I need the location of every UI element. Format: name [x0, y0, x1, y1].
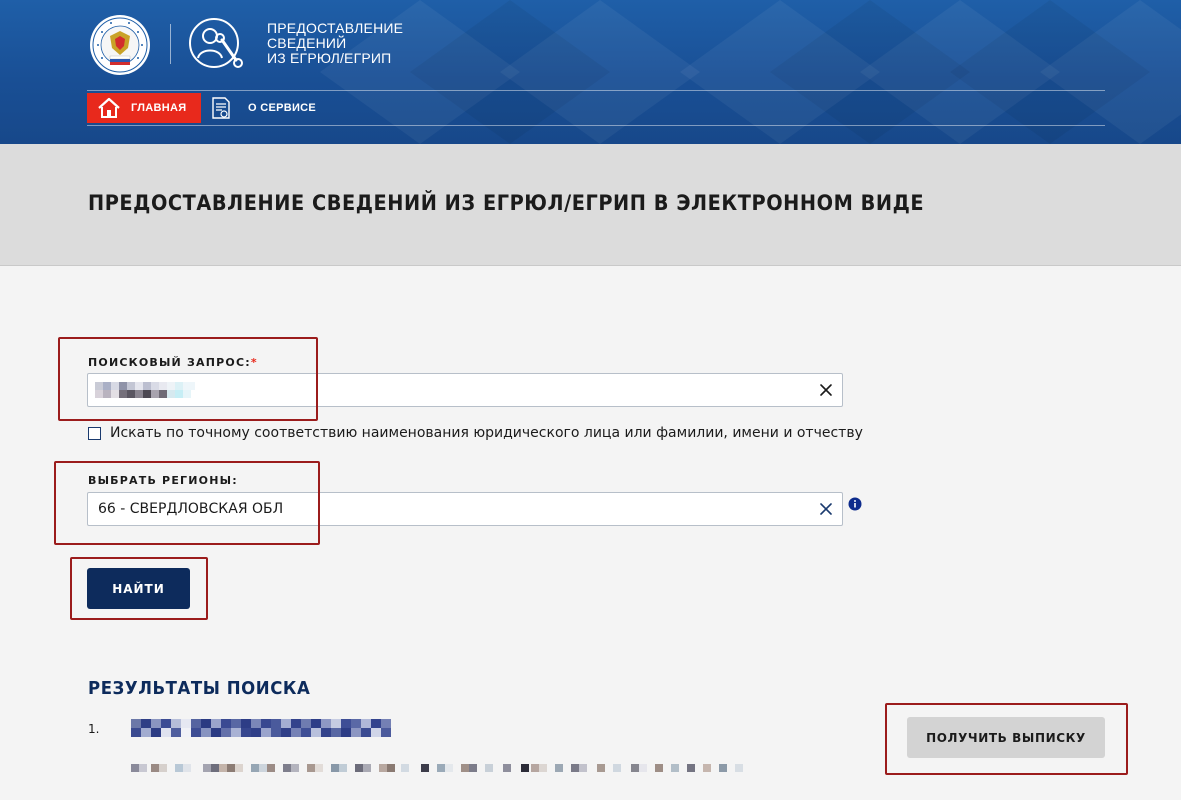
home-icon — [98, 97, 120, 118]
region-select[interactable]: 66 - СВЕРДЛОВСКАЯ ОБЛ — [87, 492, 843, 526]
service-worker-icon — [189, 18, 243, 68]
redacted-result-details — [131, 764, 743, 772]
nav-about-label: О СЕРВИСЕ — [248, 102, 317, 114]
clear-query-icon[interactable] — [818, 382, 834, 398]
get-extract-button[interactable]: ПОЛУЧИТЬ ВЫПИСКУ — [907, 717, 1105, 758]
page-title: ПРЕДОСТАВЛЕНИЕ СВЕДЕНИЙ ИЗ ЕГРЮЛ/ЕГРИП В… — [88, 191, 925, 215]
required-mark: * — [250, 356, 258, 369]
redacted-query-value — [95, 380, 205, 402]
service-title-line: СВЕДЕНИЙ — [267, 35, 347, 51]
logo-divider — [170, 24, 171, 64]
results-title: РЕЗУЛЬТАТЫ ПОИСКА — [88, 678, 311, 699]
region-label: ВЫБРАТЬ РЕГИОНЫ: — [88, 474, 238, 487]
redacted-result-name[interactable] — [131, 719, 397, 737]
find-button[interactable]: НАЙТИ — [87, 568, 190, 609]
nav-divider-bottom — [87, 125, 1105, 126]
nav-item-home[interactable]: ГЛАВНАЯ — [87, 93, 201, 123]
nav-divider-top — [87, 90, 1105, 91]
service-title-line: ИЗ ЕГРЮЛ/ЕГРИП — [267, 50, 392, 66]
nav-home-label: ГЛАВНАЯ — [131, 102, 187, 114]
service-title: ПРЕДОСТАВЛЕНИЕ СВЕДЕНИЙ ИЗ ЕГРЮЛ/ЕГРИП — [267, 21, 467, 66]
query-label-text: ПОИСКОВЫЙ ЗАПРОС: — [88, 356, 251, 369]
site-header: ПРЕДОСТАВЛЕНИЕ СВЕДЕНИЙ ИЗ ЕГРЮЛ/ЕГРИП Г… — [0, 0, 1181, 144]
exact-match-checkbox[interactable] — [88, 426, 101, 440]
search-input[interactable] — [87, 373, 843, 407]
result-index: 1. — [88, 722, 100, 736]
fns-emblem-icon[interactable] — [88, 12, 152, 78]
query-label: ПОИСКОВЫЙ ЗАПРОС:* — [88, 356, 258, 369]
info-icon[interactable] — [848, 497, 862, 511]
region-selected-value: 66 - СВЕРДЛОВСКАЯ ОБЛ — [98, 501, 284, 517]
nav-item-about[interactable]: О СЕРВИСЕ — [210, 93, 316, 123]
exact-match-option[interactable]: Искать по точному соответствию наименова… — [88, 425, 863, 441]
page-title-band: ПРЕДОСТАВЛЕНИЕ СВЕДЕНИЙ ИЗ ЕГРЮЛ/ЕГРИП В… — [0, 144, 1181, 266]
clear-region-icon[interactable] — [818, 501, 834, 517]
exact-match-label: Искать по точному соответствию наименова… — [110, 425, 863, 441]
service-title-line: ПРЕДОСТАВЛЕНИЕ — [267, 20, 404, 36]
document-icon — [212, 97, 230, 119]
